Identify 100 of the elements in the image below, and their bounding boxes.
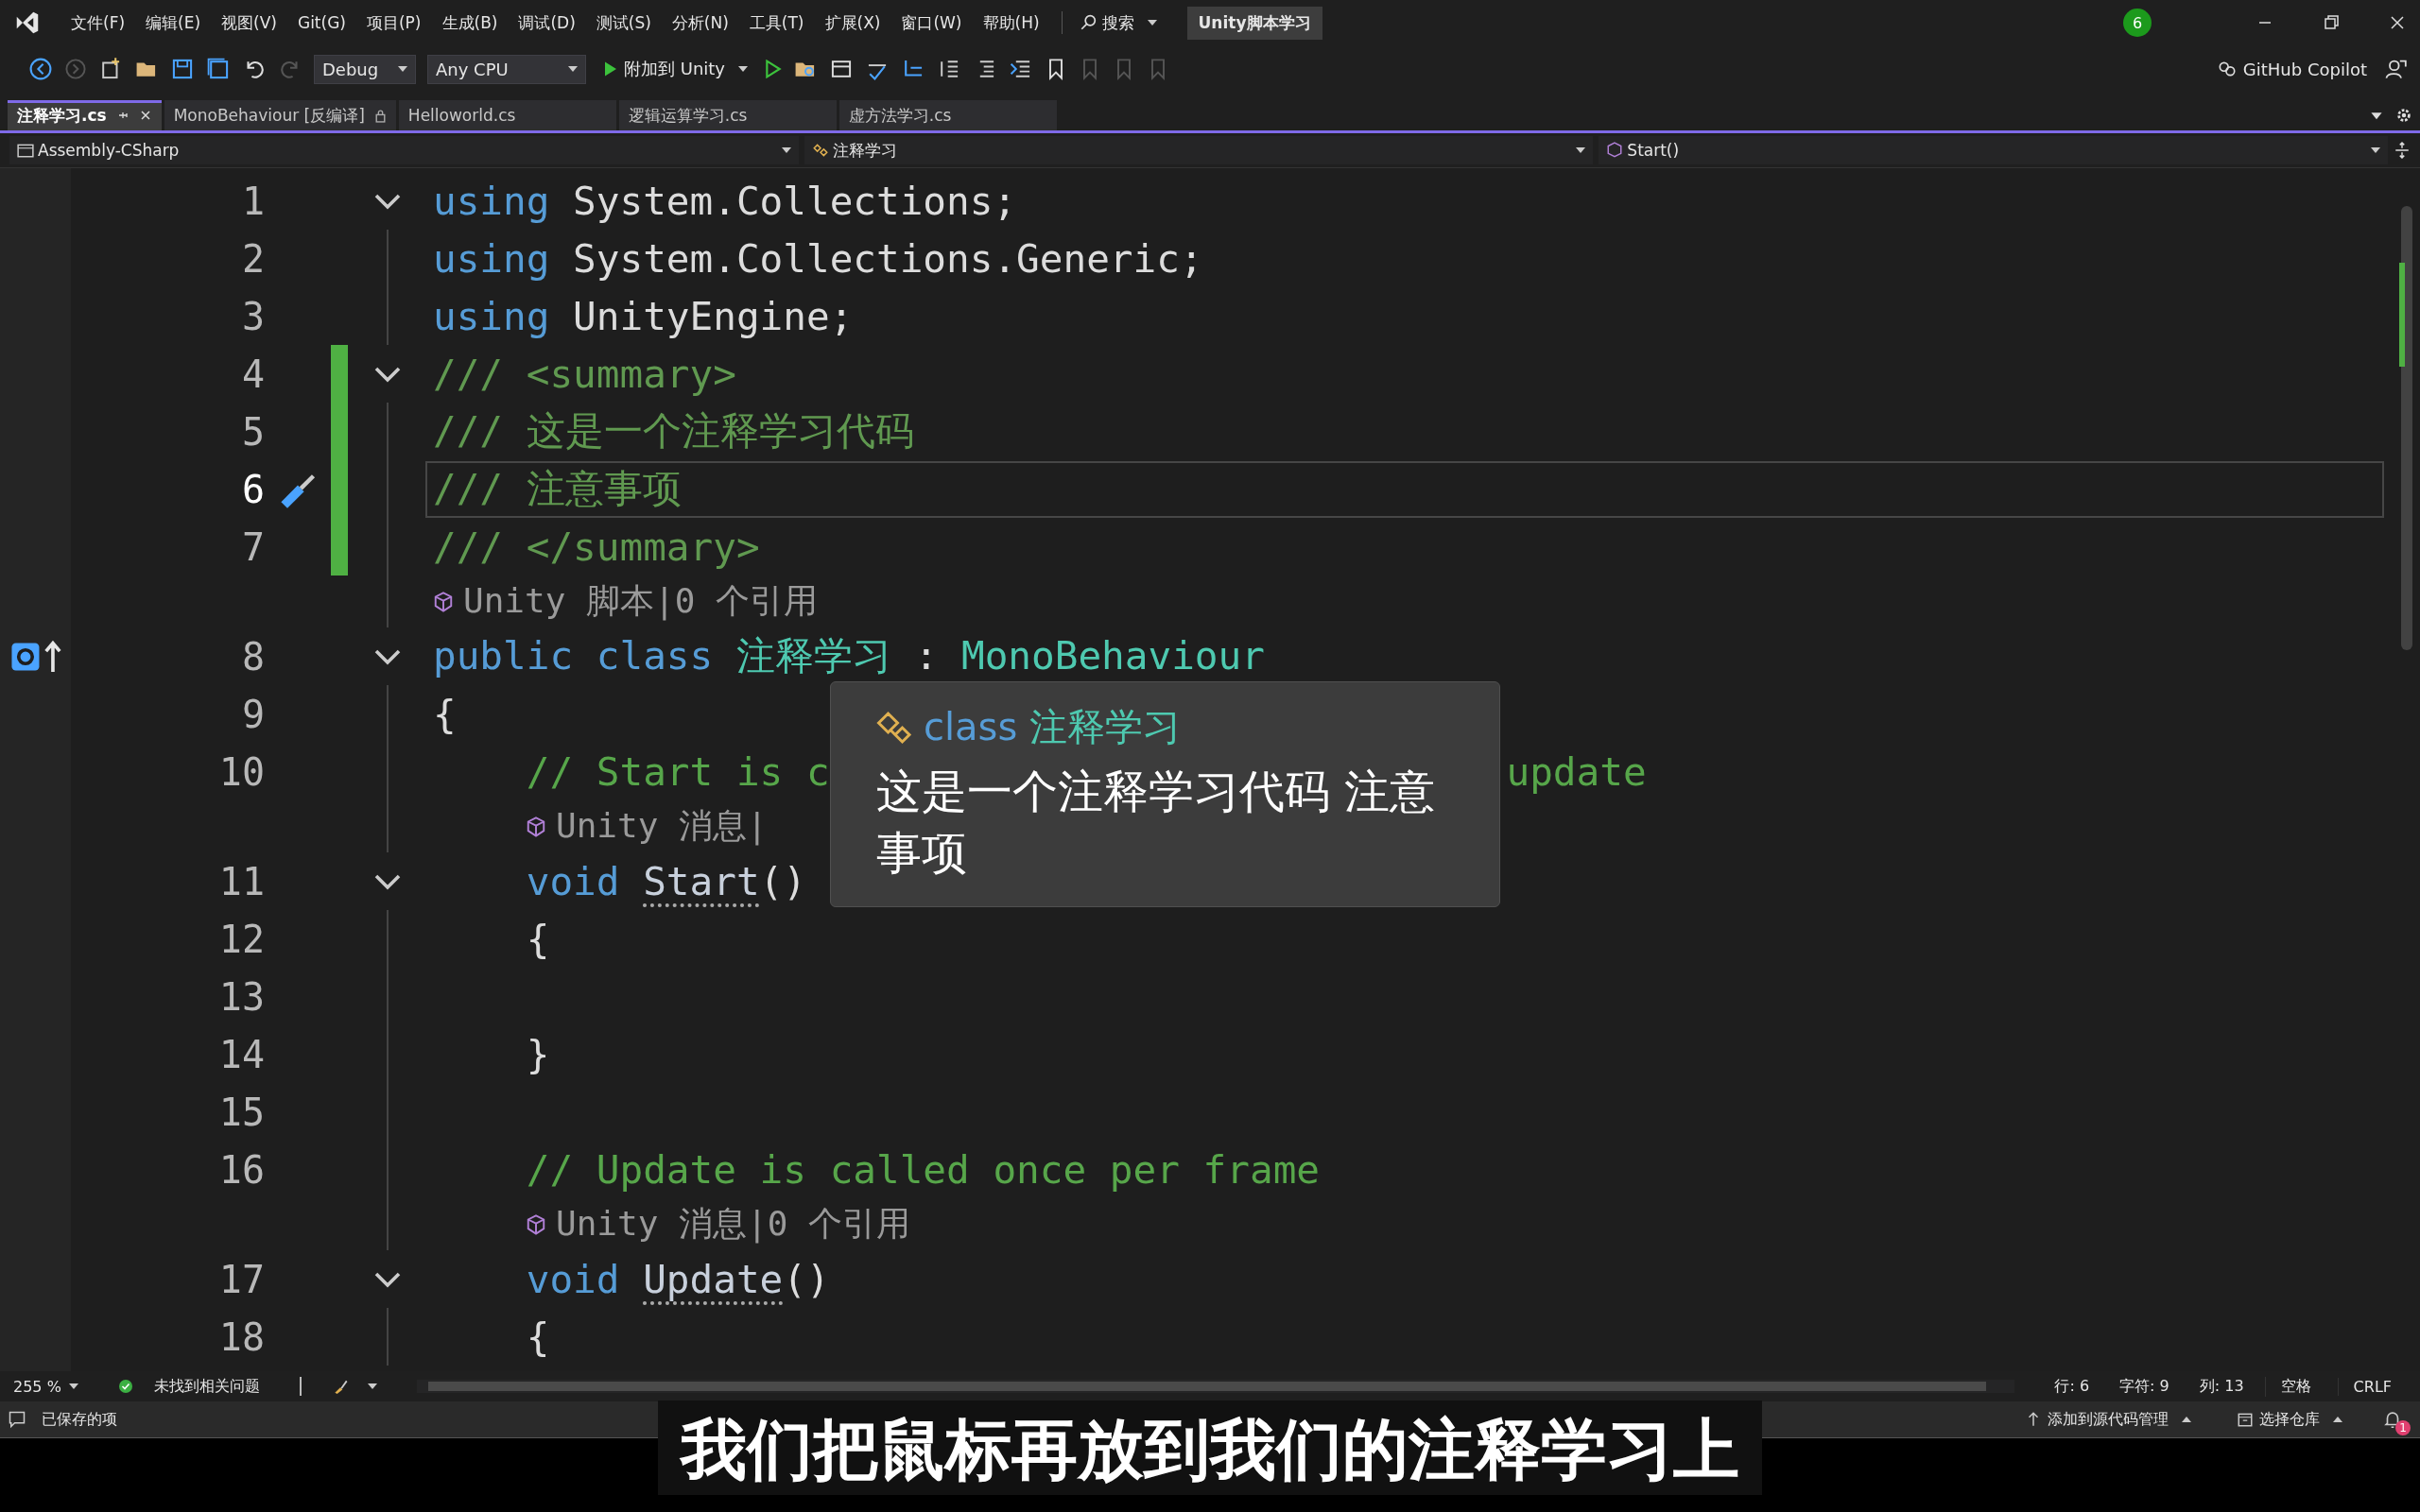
code-line: using UnityEngine; (433, 293, 854, 339)
code-lens[interactable]: Unity 消息| (556, 803, 768, 850)
project-dropdown[interactable]: Assembly-CSharp (9, 136, 799, 164)
menu-item[interactable]: 帮助(H) (972, 11, 1050, 34)
back-icon[interactable] (28, 57, 53, 81)
line-number: 16 (217, 1147, 265, 1192)
horizontal-scrollbar[interactable] (416, 1380, 2015, 1393)
caret-icon (2182, 1417, 2191, 1422)
menu-item[interactable]: 调试(D) (508, 11, 586, 34)
caret-icon (398, 66, 407, 72)
video-subtitle: 我们把鼠标再放到我们的注释学习上 (658, 1400, 1762, 1495)
attach-unity-button[interactable]: 附加到 Unity (597, 56, 753, 82)
cube-icon (526, 1213, 546, 1235)
code-lens[interactable]: Unity 脚本|0 个引用 (463, 578, 819, 625)
line-number: 11 (217, 859, 265, 903)
settings-icon[interactable] (2395, 107, 2412, 124)
restore-icon[interactable] (2322, 13, 2341, 32)
play-icon (603, 60, 618, 77)
line-number: 6 (240, 467, 265, 511)
line-number: 12 (217, 917, 265, 961)
line-number: 8 (240, 634, 265, 679)
indent-status[interactable]: 空格 (2264, 1376, 2326, 1397)
collapse-icon[interactable] (373, 872, 402, 890)
close-tab-icon[interactable] (138, 109, 152, 122)
menu-item[interactable]: 编辑(E) (135, 11, 212, 34)
zoom-dropdown[interactable]: 255 % (13, 1377, 78, 1396)
caret-icon (367, 1383, 377, 1389)
line-number: 2 (240, 236, 265, 281)
caret-icon (68, 1383, 78, 1389)
line-number: 17 (217, 1257, 265, 1301)
line-ending-status[interactable]: CRLF (2337, 1377, 2407, 1396)
file-tab[interactable]: 逻辑运算学习.cs (618, 100, 837, 130)
code-lens[interactable]: Unity 消息|0 个引用 (556, 1201, 911, 1247)
line-number: 1 (240, 179, 265, 223)
menu-item[interactable]: 窗口(W) (890, 11, 973, 34)
cube-icon (433, 591, 454, 612)
code-line: void Start() (525, 858, 806, 904)
caret-icon (738, 66, 748, 72)
source-control-button[interactable]: 添加到源代码管理 (2019, 1407, 2197, 1432)
collapse-icon[interactable] (373, 1270, 402, 1288)
issues-status[interactable]: 未找到相关问题 (144, 1376, 269, 1397)
cube-icon (1606, 142, 1624, 159)
line-number: 5 (240, 409, 265, 454)
line-number: 4 (240, 352, 265, 396)
save-all-icon[interactable] (206, 57, 231, 81)
menu-item[interactable]: 扩展(X) (814, 11, 891, 34)
menu-item[interactable]: 视图(V) (211, 11, 287, 34)
collapse-icon[interactable] (373, 192, 402, 210)
cube-icon (526, 816, 546, 837)
check-circle-icon (117, 1379, 133, 1394)
menu-item[interactable]: 测试(S) (585, 11, 662, 34)
code-line: void Update() (525, 1256, 830, 1302)
file-tab[interactable]: Helloworld.cs (398, 100, 616, 130)
menu-item[interactable]: 分析(N) (661, 11, 739, 34)
char-status: 字符: 9 (2118, 1376, 2170, 1397)
repository-button[interactable]: 选择仓库 (2231, 1407, 2348, 1432)
menu-item[interactable]: 项目(P) (355, 11, 432, 34)
caret-icon (2333, 1417, 2342, 1422)
solution-title: Unity脚本学习 (1186, 6, 1322, 40)
line-status: 行: 6 (2053, 1376, 2091, 1397)
caret-icon (1147, 20, 1157, 26)
code-line: // Start is c (525, 748, 830, 795)
line-number: 14 (217, 1032, 265, 1076)
collapse-icon[interactable] (373, 365, 402, 383)
feedback-icon[interactable] (2384, 58, 2407, 80)
configuration-dropdown[interactable]: Debug (314, 54, 416, 84)
menu-item[interactable]: Git(G) (286, 13, 356, 32)
menu-item[interactable]: 工具(T) (738, 11, 815, 34)
file-tab[interactable]: 注释学习.cs (8, 100, 162, 130)
file-tab[interactable]: 虚方法学习.cs (838, 100, 1057, 130)
line-number: 18 (217, 1314, 265, 1359)
status-message: 已保存的项 (42, 1409, 117, 1430)
code-line: /// </summary> (433, 524, 760, 570)
menu-item[interactable]: 生成(B) (431, 11, 509, 34)
line-number: 15 (217, 1090, 265, 1134)
copilot-button[interactable]: GitHub Copilot (2210, 57, 2373, 81)
code-line: } (525, 1031, 550, 1077)
file-tab[interactable]: MonoBehaviour [反编译] (164, 100, 396, 130)
code-line: /// 这是一个注释学习代码 (433, 407, 914, 455)
play-outline-icon[interactable] (765, 60, 782, 78)
code-line: public class 注释学习 : MonoBehaviour (433, 632, 1265, 680)
menu-item[interactable]: 文件(F) (60, 11, 136, 34)
line-number: 13 (217, 974, 265, 1019)
search-button[interactable]: 搜索 (1073, 9, 1163, 36)
member-dropdown[interactable]: Start() (1599, 136, 2388, 164)
project-icon (17, 142, 34, 159)
collapse-icon[interactable] (373, 647, 402, 665)
notification-badge[interactable]: 6 (2123, 9, 2152, 37)
search-icon (1079, 14, 1097, 31)
line-number: 10 (217, 749, 265, 794)
code-line: /// 注意事项 (433, 465, 682, 513)
platform-dropdown[interactable]: Any CPU (427, 54, 586, 84)
code-line: /// <summary> (433, 351, 736, 397)
code-line: using System.Collections; (433, 178, 1017, 224)
save-icon[interactable] (170, 57, 195, 81)
type-dropdown[interactable]: 注释学习 (804, 136, 1594, 164)
notification-count: 1 (2395, 1420, 2411, 1435)
split-icon[interactable] (2394, 142, 2411, 159)
caret-icon (2371, 147, 2380, 153)
caret-icon (1576, 147, 1586, 153)
